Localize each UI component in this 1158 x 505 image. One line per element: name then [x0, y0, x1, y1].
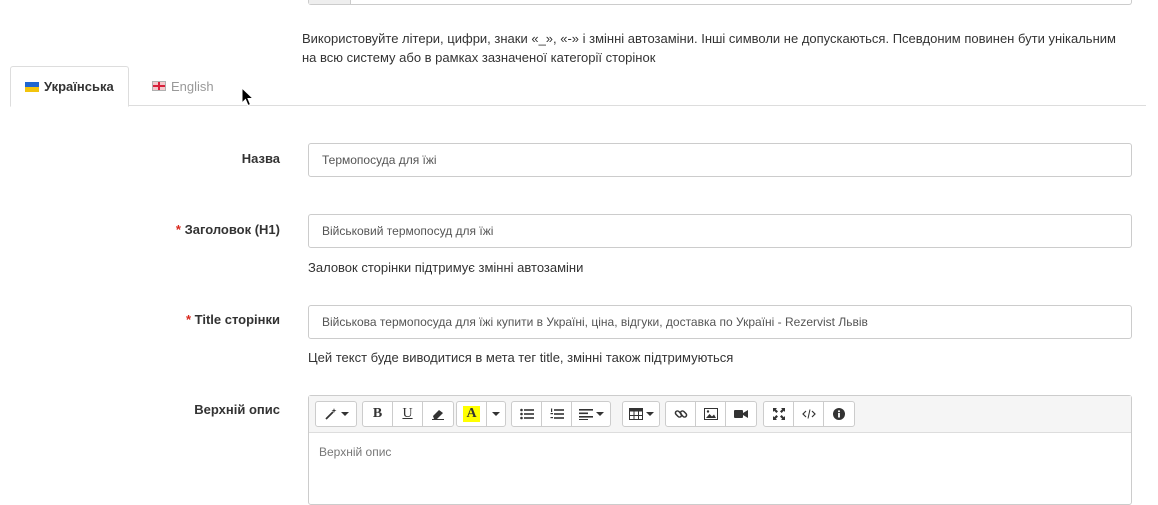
alias-help-text: Використовуйте літери, цифри, знаки «_»,… — [302, 31, 1116, 65]
style-magic-button[interactable] — [316, 402, 356, 426]
insert-link-button[interactable] — [666, 402, 696, 426]
bold-button[interactable]: B — [363, 402, 393, 426]
toolbar-group-insert — [665, 401, 757, 427]
page-title-input[interactable]: Військова термопосуда для їжі купити в У… — [308, 305, 1132, 339]
ordered-list-icon — [550, 408, 564, 419]
top-description-editor: B U A Верхній опис — [308, 395, 1132, 505]
eraser-icon — [432, 410, 444, 420]
fullscreen-button[interactable] — [764, 402, 794, 426]
font-color-dropdown[interactable] — [487, 402, 505, 426]
name-input[interactable]: Термопосуда для їжі — [308, 143, 1132, 177]
heading-help-text: Заловок сторінки підтримує змінні автоза… — [308, 260, 584, 275]
language-tabs: Українська English — [10, 66, 1146, 107]
ordered-list-button[interactable] — [542, 402, 572, 426]
toolbar-group-view — [763, 401, 855, 427]
info-icon — [833, 408, 845, 420]
insert-image-button[interactable] — [696, 402, 726, 426]
code-view-button[interactable] — [794, 402, 824, 426]
toolbar-group-table — [622, 401, 660, 427]
editor-toolbar: B U A — [309, 396, 1131, 433]
underline-icon: U — [402, 406, 413, 421]
tab-ukrainian-label: Українська — [44, 79, 114, 94]
chevron-down-icon — [595, 412, 604, 416]
table-button[interactable] — [623, 402, 659, 426]
unordered-list-button[interactable] — [512, 402, 542, 426]
magic-wand-icon — [324, 408, 336, 420]
heading-input-value: Військовий термопосуд для їжі — [322, 224, 494, 238]
ukraine-flag-icon — [25, 81, 39, 92]
name-label: Назва — [241, 151, 280, 166]
alias-input[interactable] — [308, 0, 1132, 5]
page-title-label: * Title сторінки — [0, 312, 280, 327]
chevron-down-icon — [340, 412, 349, 416]
chevron-down-icon — [645, 412, 654, 416]
mouse-cursor-icon — [241, 87, 255, 107]
font-color-icon: A — [463, 406, 480, 422]
insert-video-button[interactable] — [726, 402, 756, 426]
heading-input[interactable]: Військовий термопосуд для їжі — [308, 214, 1132, 248]
fullscreen-icon — [772, 408, 785, 420]
name-input-value: Термопосуда для їжі — [322, 153, 437, 167]
toolbar-group-color: A — [456, 401, 506, 427]
heading-label: * Заголовок (H1) — [0, 222, 280, 237]
top-description-textarea[interactable]: Верхній опис — [309, 433, 1131, 471]
heading-label-text: Заголовок (H1) — [184, 222, 280, 237]
page-title-input-value: Військова термопосуда для їжі купити в У… — [322, 315, 868, 329]
bold-icon: B — [372, 406, 383, 421]
top-description-label: Верхній опис — [194, 402, 280, 417]
tab-ukrainian[interactable]: Українська — [10, 66, 129, 107]
required-mark: * — [185, 312, 191, 327]
table-icon — [628, 408, 643, 420]
font-color-button[interactable]: A — [457, 402, 487, 426]
paragraph-align-button[interactable] — [572, 402, 610, 426]
link-icon — [674, 410, 687, 418]
tab-english-label: English — [171, 78, 214, 94]
toolbar-group-font: B U — [362, 401, 454, 427]
toolbar-group-style — [315, 401, 357, 427]
chevron-down-icon — [492, 412, 500, 416]
help-button[interactable] — [824, 402, 854, 426]
page-title-label-text: Title сторінки — [194, 312, 280, 327]
page-title-help-text: Цей текст буде виводитися в мета тег tit… — [308, 350, 734, 365]
uk-flag-icon — [152, 81, 166, 91]
align-left-icon — [578, 409, 593, 420]
video-camera-icon — [734, 410, 748, 418]
code-icon — [801, 409, 816, 419]
underline-button[interactable]: U — [393, 402, 423, 426]
clear-format-button[interactable] — [423, 402, 453, 426]
editor-placeholder: Верхній опис — [319, 445, 392, 459]
tab-english[interactable]: English — [138, 66, 228, 106]
picture-icon — [703, 408, 718, 420]
required-mark: * — [175, 222, 181, 237]
toolbar-group-paragraph — [511, 401, 611, 427]
alias-input-addon — [309, 0, 351, 4]
unordered-list-icon — [519, 408, 534, 420]
